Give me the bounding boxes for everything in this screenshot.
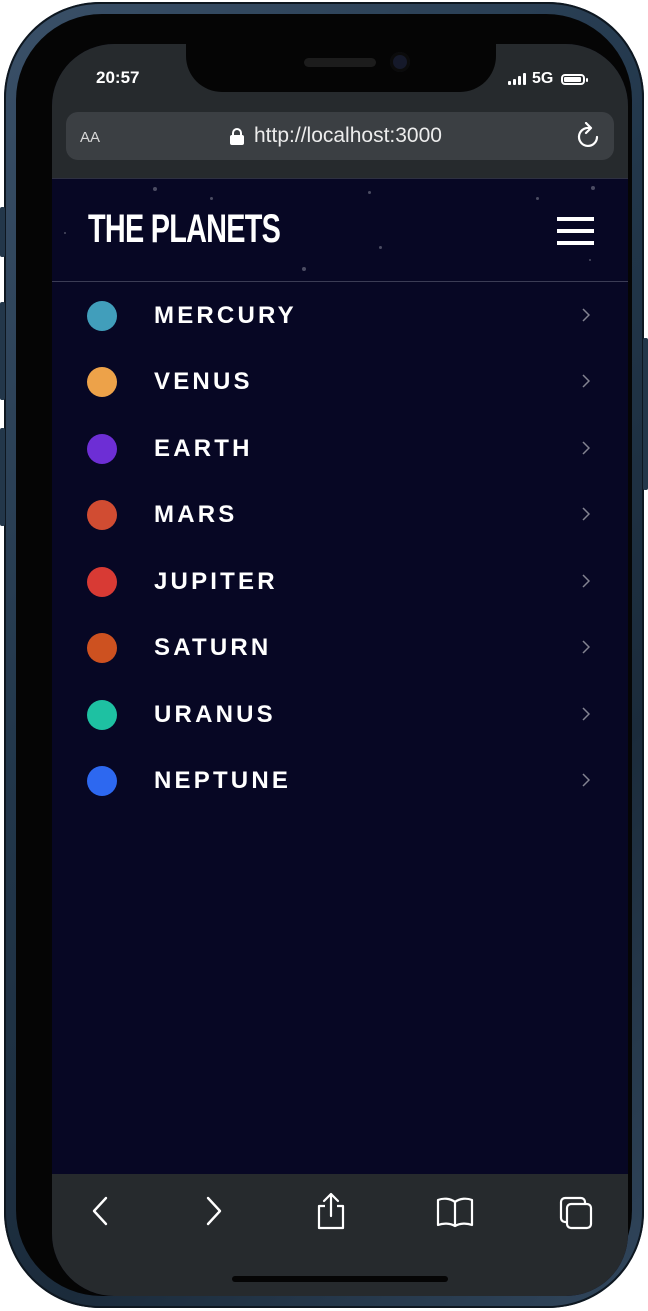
planet-item-neptune[interactable]: NEPTUNE	[52, 745, 628, 811]
planet-name: MARS	[154, 501, 238, 528]
screen: 20:57 5G AA http://localhost:3000 THE PL…	[52, 44, 628, 1296]
planet-color-dot	[87, 301, 117, 331]
chevron-right-icon	[582, 707, 590, 721]
planet-name: SATURN	[154, 634, 272, 661]
web-page: THE PLANETS MERCURY VENUS EARTH MARS JUP…	[52, 178, 628, 1174]
planet-name: EARTH	[154, 435, 253, 462]
planet-name: MERCURY	[154, 302, 297, 329]
hamburger-menu-icon[interactable]	[557, 217, 594, 245]
earpiece-speaker	[304, 58, 376, 67]
chevron-right-icon	[582, 640, 590, 654]
text-size-button[interactable]: AA	[80, 124, 100, 148]
background-star	[379, 246, 382, 249]
chevron-right-icon	[582, 507, 590, 521]
volume-up-button	[0, 302, 5, 400]
planet-color-dot	[87, 700, 117, 730]
background-star	[591, 186, 595, 190]
volume-down-button	[0, 428, 5, 526]
signal-icon	[508, 73, 526, 85]
planet-name: JUPITER	[154, 568, 278, 595]
status-time: 20:57	[96, 68, 140, 87]
power-button	[643, 338, 648, 490]
planet-item-venus[interactable]: VENUS	[52, 346, 628, 412]
background-star	[368, 191, 371, 194]
share-icon[interactable]	[316, 1192, 346, 1230]
tabs-icon[interactable]	[559, 1196, 593, 1230]
url-field[interactable]: AA http://localhost:3000	[66, 112, 614, 160]
background-star	[536, 197, 539, 200]
home-indicator[interactable]	[232, 1276, 448, 1282]
status-bar: 20:57 5G	[52, 44, 628, 108]
planet-color-dot	[87, 633, 117, 663]
forward-icon[interactable]	[202, 1196, 224, 1226]
planet-color-dot	[87, 766, 117, 796]
background-star	[210, 197, 213, 200]
planet-color-dot	[87, 434, 117, 464]
background-star	[589, 259, 591, 261]
status-indicators: 5G	[508, 70, 589, 88]
browser-address-bar: AA http://localhost:3000	[52, 108, 628, 178]
phone-bezel: 20:57 5G AA http://localhost:3000 THE PL…	[16, 14, 632, 1296]
background-star	[302, 267, 306, 271]
planet-item-mercury[interactable]: MERCURY	[52, 280, 628, 346]
planet-color-dot	[87, 500, 117, 530]
reload-icon[interactable]	[576, 122, 602, 150]
url-text[interactable]: http://localhost:3000	[254, 124, 442, 148]
planet-item-saturn[interactable]: SATURN	[52, 612, 628, 678]
chevron-right-icon	[582, 374, 590, 388]
chevron-right-icon	[582, 441, 590, 455]
background-star	[64, 232, 66, 234]
planet-item-mars[interactable]: MARS	[52, 479, 628, 545]
lock-icon	[230, 128, 244, 145]
browser-toolbar	[52, 1174, 628, 1296]
planet-color-dot	[87, 367, 117, 397]
planet-item-jupiter[interactable]: JUPITER	[52, 546, 628, 612]
chevron-right-icon	[582, 574, 590, 588]
battery-icon	[561, 73, 589, 85]
planet-item-uranus[interactable]: URANUS	[52, 679, 628, 745]
background-star	[153, 187, 157, 191]
planet-name: NEPTUNE	[154, 767, 292, 794]
chevron-right-icon	[582, 773, 590, 787]
chevron-right-icon	[582, 308, 590, 322]
bookmarks-icon[interactable]	[436, 1196, 474, 1228]
site-logo[interactable]: THE PLANETS	[88, 207, 281, 252]
phone-frame: 20:57 5G AA http://localhost:3000 THE PL…	[0, 2, 648, 1308]
back-icon[interactable]	[90, 1196, 112, 1226]
planet-item-earth[interactable]: EARTH	[52, 413, 628, 479]
notch	[186, 44, 496, 92]
silent-switch	[0, 207, 5, 257]
site-header: THE PLANETS	[52, 178, 628, 282]
planet-color-dot	[87, 567, 117, 597]
network-type: 5G	[532, 70, 554, 87]
planet-name: VENUS	[154, 368, 253, 395]
front-camera	[390, 52, 410, 72]
planet-name: URANUS	[154, 701, 276, 728]
